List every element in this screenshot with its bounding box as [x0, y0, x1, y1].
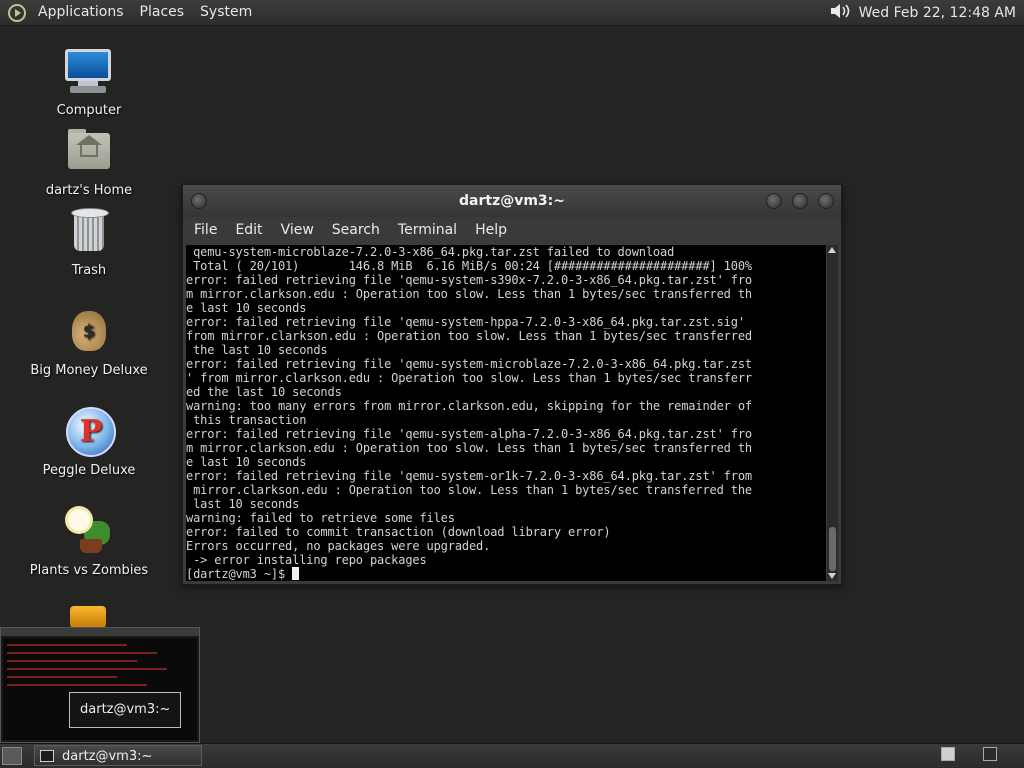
distro-logo-icon[interactable] — [8, 3, 26, 22]
desktop-icon-label: Trash — [71, 263, 107, 278]
terminal-line: error: failed retrieving file 'qemu-syst… — [186, 315, 745, 329]
window-title: dartz@vm3:~ — [459, 193, 565, 209]
menu-help[interactable]: Help — [466, 222, 516, 238]
terminal-menubar: File Edit View Search Terminal Help — [183, 217, 841, 242]
terminal-line: m mirror.clarkson.edu : Operation too sl… — [186, 441, 752, 455]
text-cursor — [292, 567, 300, 580]
plants-vs-zombies-icon — [62, 505, 116, 559]
desktop-icon-pvz[interactable]: Plants vs Zombies — [19, 505, 159, 578]
desktop-icon-label: Peggle Deluxe — [42, 463, 136, 478]
menu-edit[interactable]: Edit — [226, 222, 271, 238]
desktop-icon-peggle[interactable]: P Peggle Deluxe — [19, 405, 159, 478]
scrollbar-thumb[interactable] — [829, 527, 836, 571]
terminal-line: -> error installing repo packages — [186, 553, 427, 567]
minimize-icon[interactable] — [766, 193, 782, 209]
trash-icon — [62, 205, 116, 259]
peggle-icon: P — [62, 405, 116, 459]
desktop-icon-label: Plants vs Zombies — [29, 563, 149, 578]
terminal-line: last 10 seconds — [186, 497, 300, 511]
close-icon[interactable] — [818, 193, 834, 209]
window-menu-icon[interactable] — [191, 193, 207, 209]
terminal-scrollbar[interactable] — [827, 245, 838, 581]
clock[interactable]: Wed Feb 22, 12:48 AM — [851, 5, 1020, 21]
scroll-up-icon[interactable] — [828, 247, 836, 253]
panel-tray: Wed Feb 22, 12:48 AM — [829, 1, 1024, 25]
menu-file[interactable]: File — [185, 222, 226, 238]
desktop-icon-label: dartz's Home — [45, 183, 133, 198]
shell-prompt: [dartz@vm3 ~]$ — [186, 567, 293, 581]
desktop-icon-label: Computer — [56, 103, 122, 118]
top-panel: Applications Places System Wed Feb 22, 1… — [0, 0, 1024, 26]
desktop-icon-home[interactable]: dartz's Home — [19, 125, 159, 198]
computer-icon — [62, 45, 116, 99]
terminal-line: Errors occurred, no packages were upgrad… — [186, 539, 491, 553]
terminal-line: ' from mirror.clarkson.edu : Operation t… — [186, 371, 752, 385]
menu-view[interactable]: View — [272, 222, 323, 238]
desktop-icon-trash[interactable]: Trash — [19, 205, 159, 278]
terminal-icon — [40, 750, 54, 762]
home-folder-icon — [62, 125, 116, 179]
terminal-line: mirror.clarkson.edu : Operation too slow… — [186, 483, 752, 497]
show-desktop-icon[interactable] — [2, 747, 22, 765]
desktop-icon-label: Big Money Deluxe — [30, 363, 148, 378]
workspace-2[interactable] — [983, 747, 997, 761]
bottom-panel: dartz@vm3:~ — [0, 743, 1024, 768]
money-bag-icon: $ — [62, 305, 116, 359]
terminal-line: error: failed retrieving file 'qemu-syst… — [186, 427, 752, 441]
window-preview[interactable]: dartz@vm3:~ — [0, 627, 200, 743]
terminal-line: error: failed retrieving file 'qemu-syst… — [186, 469, 752, 483]
desktop-icon-big-money[interactable]: $ Big Money Deluxe — [19, 305, 159, 378]
terminal-line: e last 10 seconds — [186, 301, 307, 315]
terminal-line: e last 10 seconds — [186, 455, 307, 469]
preview-menubar — [1, 628, 199, 636]
terminal-line: error: failed retrieving file 'qemu-syst… — [186, 357, 752, 371]
maximize-icon[interactable] — [792, 193, 808, 209]
terminal-line: ed the last 10 seconds — [186, 385, 342, 399]
terminal-line: warning: failed to retrieve some files — [186, 511, 455, 525]
terminal-line: this transaction — [186, 413, 307, 427]
system-menu[interactable]: System — [192, 0, 260, 25]
taskbar-button-label: dartz@vm3:~ — [62, 749, 153, 764]
taskbar-button-terminal[interactable]: dartz@vm3:~ — [34, 745, 202, 766]
terminal-line: the last 10 seconds — [186, 343, 328, 357]
menu-terminal[interactable]: Terminal — [389, 222, 466, 238]
terminal-line: m mirror.clarkson.edu : Operation too sl… — [186, 287, 752, 301]
applications-menu[interactable]: Applications — [30, 0, 132, 25]
workspace-1[interactable] — [941, 747, 955, 761]
terminal-window: dartz@vm3:~ File Edit View Search Termin… — [182, 184, 842, 585]
terminal-line: warning: too many errors from mirror.cla… — [186, 399, 752, 413]
terminal-line: error: failed to commit transaction (dow… — [186, 525, 611, 539]
scroll-down-icon[interactable] — [828, 573, 836, 579]
places-menu[interactable]: Places — [132, 0, 193, 25]
terminal-line: error: failed retrieving file 'qemu-syst… — [186, 273, 752, 287]
desktop-icon-computer[interactable]: Computer — [19, 45, 159, 118]
preview-tooltip: dartz@vm3:~ — [69, 692, 182, 728]
terminal-titlebar[interactable]: dartz@vm3:~ — [183, 185, 841, 217]
volume-icon[interactable] — [829, 1, 851, 25]
terminal-screen[interactable]: qemu-system-microblaze-7.2.0-3-x86_64.pk… — [186, 245, 826, 581]
terminal-output: qemu-system-microblaze-7.2.0-3-x86_64.pk… — [186, 245, 826, 581]
menu-search[interactable]: Search — [323, 222, 389, 238]
partial-desktop-icon[interactable] — [70, 606, 106, 628]
terminal-line: qemu-system-microblaze-7.2.0-3-x86_64.pk… — [186, 245, 675, 259]
terminal-line: from mirror.clarkson.edu : Operation too… — [186, 329, 752, 343]
terminal-line: Total ( 20/101) 146.8 MiB 6.16 MiB/s 00:… — [186, 259, 752, 273]
